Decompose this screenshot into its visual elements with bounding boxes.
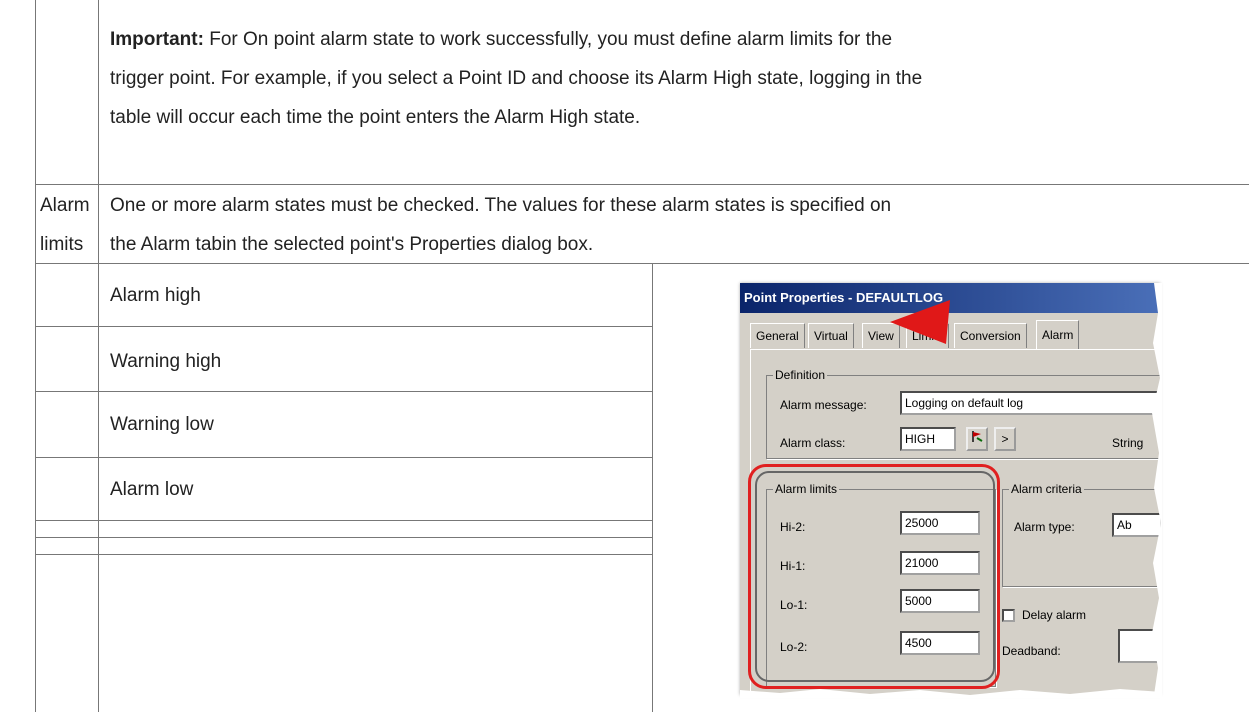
- alarm-limits-term: Alarm limits: [40, 186, 98, 264]
- tab-conversion: Conversion: [954, 323, 1027, 348]
- row-divider: [35, 554, 652, 555]
- alarm-class-browse-icon: [966, 427, 988, 451]
- string-label: String: [1112, 436, 1144, 450]
- tab-alarm: Alarm: [1036, 320, 1080, 349]
- table-border-left: [35, 0, 36, 712]
- alarm-type-label: Alarm type:: [1014, 520, 1075, 534]
- dialog-title: Point Properties - DEFAULTLOG: [740, 283, 1160, 313]
- alarm-limits-description: One or more alarm states must be checked…: [110, 186, 1240, 264]
- deadband-label: Deadband:: [1002, 644, 1061, 658]
- important-label: Important:: [110, 29, 204, 50]
- description-line: the Alarm tabin the selected point's Pro…: [110, 234, 594, 255]
- alarm-class-field: HIGH: [900, 427, 956, 451]
- table-column-divider-right: [652, 263, 653, 712]
- row-divider: [35, 326, 652, 327]
- alarm-limits-highlight: [748, 464, 1000, 689]
- tab-general: General: [750, 323, 805, 348]
- state-warning-low: Warning low: [110, 414, 214, 435]
- row-divider: [35, 457, 652, 458]
- alarm-message-field: Logging on default log: [900, 391, 1160, 415]
- table-column-divider: [98, 0, 99, 712]
- delay-alarm-label: Delay alarm: [1022, 608, 1087, 622]
- important-note-line: Important: For On point alarm state to w…: [110, 20, 1240, 59]
- alarm-criteria-group: Alarm criteria: [1002, 482, 1160, 587]
- alarm-class-label: Alarm class:: [780, 436, 846, 450]
- row-divider: [35, 537, 652, 538]
- red-arrow-icon: [890, 300, 950, 344]
- important-note-line: trigger point. For example, if you selec…: [110, 68, 923, 89]
- alarm-criteria-label: Alarm criteria: [1009, 482, 1084, 496]
- important-note-line: table will occur each time the point ent…: [110, 107, 641, 128]
- important-note: Important: For On point alarm state to w…: [110, 20, 1240, 137]
- flag-icon: [972, 431, 983, 442]
- definition-label: Definition: [773, 368, 828, 382]
- delay-alarm-checkbox: [1002, 609, 1015, 622]
- term-line: Alarm: [40, 195, 90, 216]
- important-note-text: For On point alarm state to work success…: [203, 29, 893, 50]
- state-alarm-high: Alarm high: [110, 285, 201, 306]
- description-line: One or more alarm states must be checked…: [110, 195, 892, 216]
- torn-edge-decoration: [1152, 283, 1162, 695]
- row-divider: [35, 391, 652, 392]
- row-divider: [35, 520, 652, 521]
- state-warning-high: Warning high: [110, 351, 222, 372]
- term-line: limits: [40, 234, 84, 255]
- state-alarm-low: Alarm low: [110, 479, 194, 500]
- alarm-message-label: Alarm message:: [780, 398, 867, 412]
- alarm-class-next-button: >: [994, 427, 1016, 451]
- row-divider: [35, 184, 1249, 185]
- tab-virtual: Virtual: [808, 323, 854, 348]
